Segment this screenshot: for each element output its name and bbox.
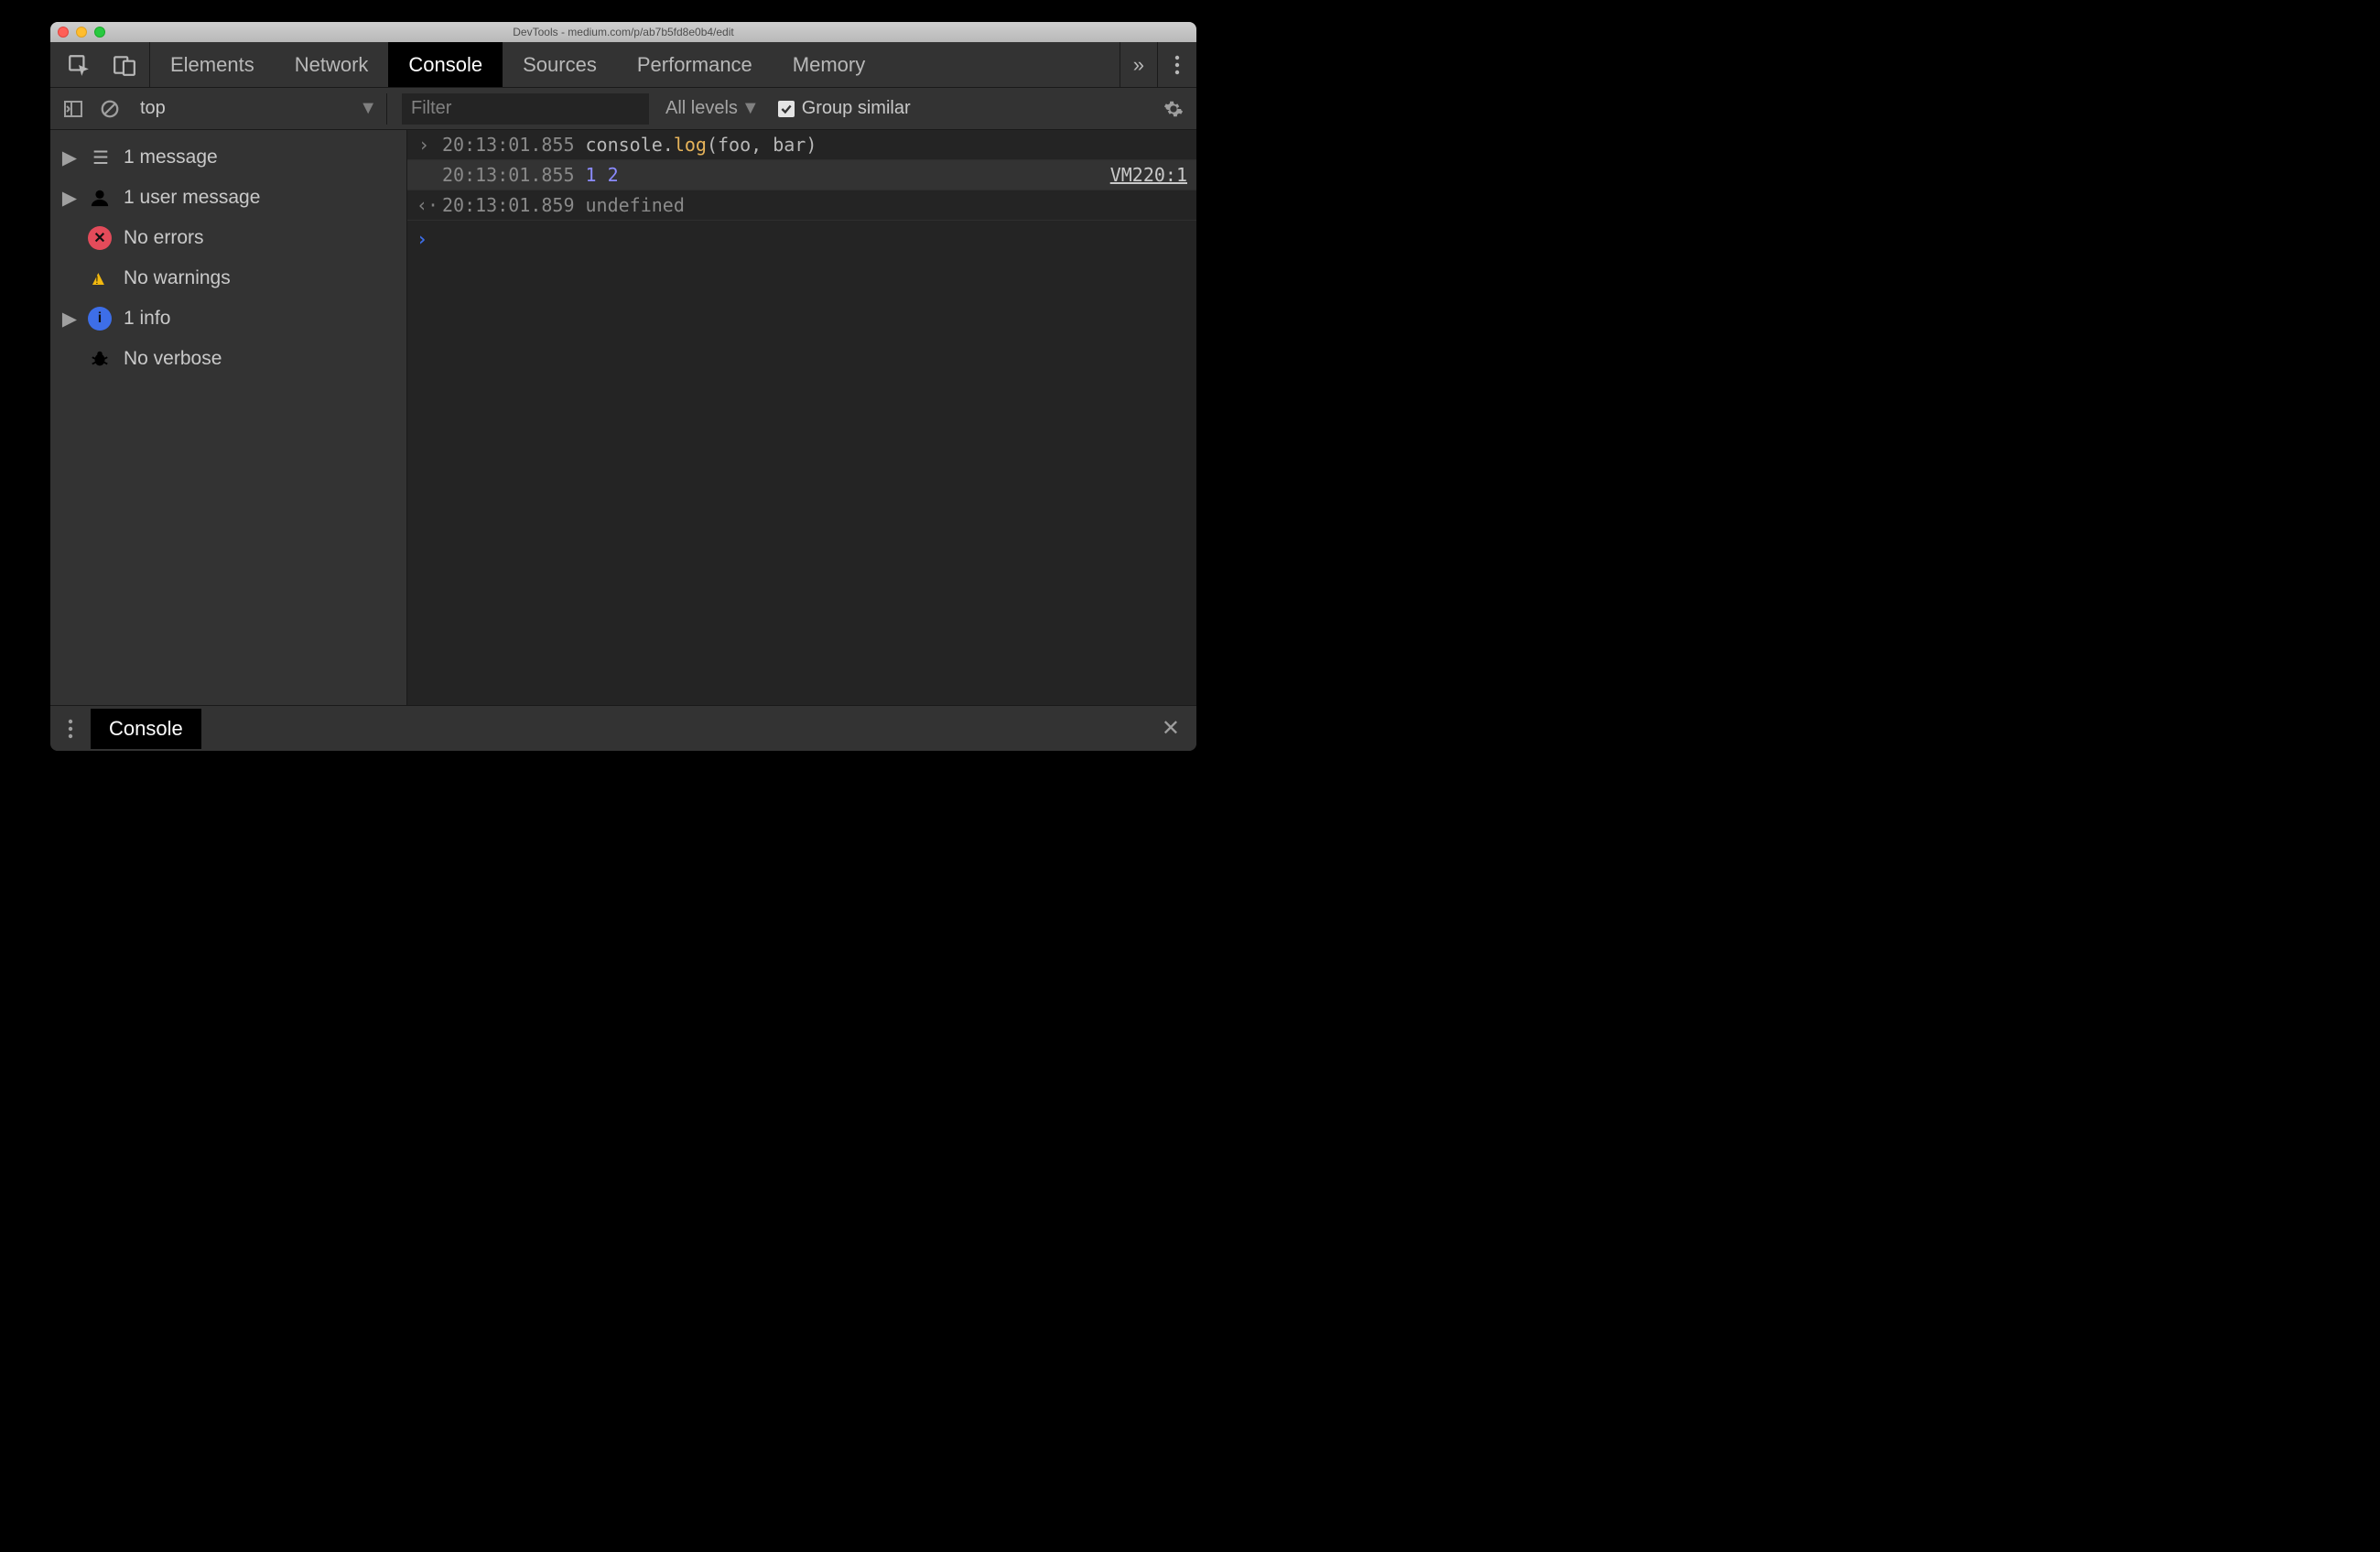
bug-icon (87, 346, 113, 372)
main-tabs: Elements Network Console Sources Perform… (50, 42, 1196, 88)
console-output[interactable]: › 20:13:01.855 console.log(foo, bar) 20:… (407, 130, 1196, 705)
sidebar-item-warnings[interactable]: ▲! No warnings (50, 258, 406, 298)
list-icon: ☰ (87, 145, 113, 170)
devtools-window: DevTools - medium.com/p/ab7b5fd8e0b4/edi… (50, 22, 1196, 751)
expand-arrow-icon: ▶ (63, 308, 76, 331)
checkbox-checked-icon (778, 101, 795, 117)
prompt-chevron-icon: › (416, 228, 427, 250)
expand-arrow-icon: ▶ (63, 187, 76, 210)
console-toolbar: top ▼ All levels ▼ Group similar (50, 88, 1196, 130)
kebab-menu-icon (1174, 55, 1180, 75)
user-icon (87, 185, 113, 211)
sidebar-item-label: 1 info (124, 308, 170, 330)
sidebar-item-messages[interactable]: ▶ ☰ 1 message (50, 137, 406, 178)
console-row-input[interactable]: › 20:13:01.855 console.log(foo, bar) (407, 130, 1196, 160)
tab-performance[interactable]: Performance (617, 42, 773, 87)
sidebar-item-verbose[interactable]: No verbose (50, 339, 406, 379)
timestamp: 20:13:01.859 (442, 194, 575, 216)
tab-console[interactable]: Console (388, 42, 503, 87)
log-levels-selector[interactable]: All levels ▼ (665, 98, 760, 119)
drawer-tab-console[interactable]: Console (91, 709, 201, 749)
source-link[interactable]: VM220:1 (1110, 164, 1187, 186)
return-value: undefined (586, 194, 685, 216)
drawer-menu-button[interactable] (50, 719, 91, 739)
toggle-device-toolbar-icon[interactable] (113, 53, 136, 77)
drawer: Console ✕ (50, 705, 1196, 751)
code-expression: console.log(foo, bar) (586, 134, 817, 156)
sidebar-item-user-messages[interactable]: ▶ 1 user message (50, 178, 406, 218)
chevron-double-right-icon: » (1133, 53, 1144, 77)
console-sidebar: ▶ ☰ 1 message ▶ 1 user message ✕ No erro… (50, 130, 407, 705)
inspect-tools (50, 42, 150, 87)
chevron-down-icon: ▼ (359, 98, 377, 119)
sidebar-item-label: 1 user message (124, 187, 260, 209)
drawer-tab-label: Console (109, 717, 183, 741)
console-settings-button[interactable] (1158, 93, 1189, 125)
expand-arrow-icon: ▶ (63, 147, 76, 169)
logged-values: 1 2 (586, 164, 619, 186)
error-icon: ✕ (87, 225, 113, 251)
inspect-element-icon[interactable] (67, 53, 91, 77)
context-label: top (140, 98, 166, 119)
toggle-sidebar-button[interactable] (58, 93, 89, 125)
clear-console-button[interactable] (94, 93, 125, 125)
filter-input[interactable] (402, 93, 649, 125)
levels-label: All levels (665, 98, 738, 119)
group-similar-label: Group similar (802, 98, 911, 119)
gear-icon (1163, 99, 1184, 119)
close-icon: ✕ (1162, 716, 1180, 741)
warning-icon: ▲! (87, 266, 113, 291)
chevron-down-icon: ▼ (741, 98, 760, 119)
panel-body: ▶ ☰ 1 message ▶ 1 user message ✕ No erro… (50, 130, 1196, 705)
group-similar-toggle[interactable]: Group similar (778, 98, 911, 119)
info-icon: i (87, 306, 113, 331)
tabs-overflow-button[interactable]: » (1120, 42, 1158, 87)
tab-network[interactable]: Network (275, 42, 389, 87)
sidebar-item-errors[interactable]: ✕ No errors (50, 218, 406, 258)
titlebar: DevTools - medium.com/p/ab7b5fd8e0b4/edi… (50, 22, 1196, 42)
tab-strip: Elements Network Console Sources Perform… (150, 42, 885, 87)
window-title: DevTools - medium.com/p/ab7b5fd8e0b4/edi… (50, 26, 1196, 38)
drawer-close-button[interactable]: ✕ (1145, 715, 1196, 742)
tab-elements[interactable]: Elements (150, 42, 275, 87)
console-row-return[interactable]: ‹· 20:13:01.859 undefined (407, 190, 1196, 221)
devtools-menu-button[interactable] (1158, 42, 1196, 87)
timestamp: 20:13:01.855 (442, 134, 575, 156)
sidebar-item-label: 1 message (124, 147, 218, 168)
sidebar-item-label: No verbose (124, 348, 222, 370)
tab-sources[interactable]: Sources (503, 42, 617, 87)
timestamp: 20:13:01.855 (442, 164, 575, 186)
console-prompt[interactable]: › (407, 221, 1196, 257)
sidebar-item-label: No errors (124, 227, 204, 249)
sidebar-item-info[interactable]: ▶ i 1 info (50, 298, 406, 339)
input-chevron-icon: › (416, 134, 431, 156)
sidebar-item-label: No warnings (124, 267, 231, 289)
tab-memory[interactable]: Memory (773, 42, 885, 87)
execution-context-selector[interactable]: top ▼ (131, 93, 387, 125)
return-chevron-icon: ‹· (416, 194, 431, 216)
console-row-output[interactable]: 20:13:01.855 1 2 VM220:1 (407, 160, 1196, 190)
